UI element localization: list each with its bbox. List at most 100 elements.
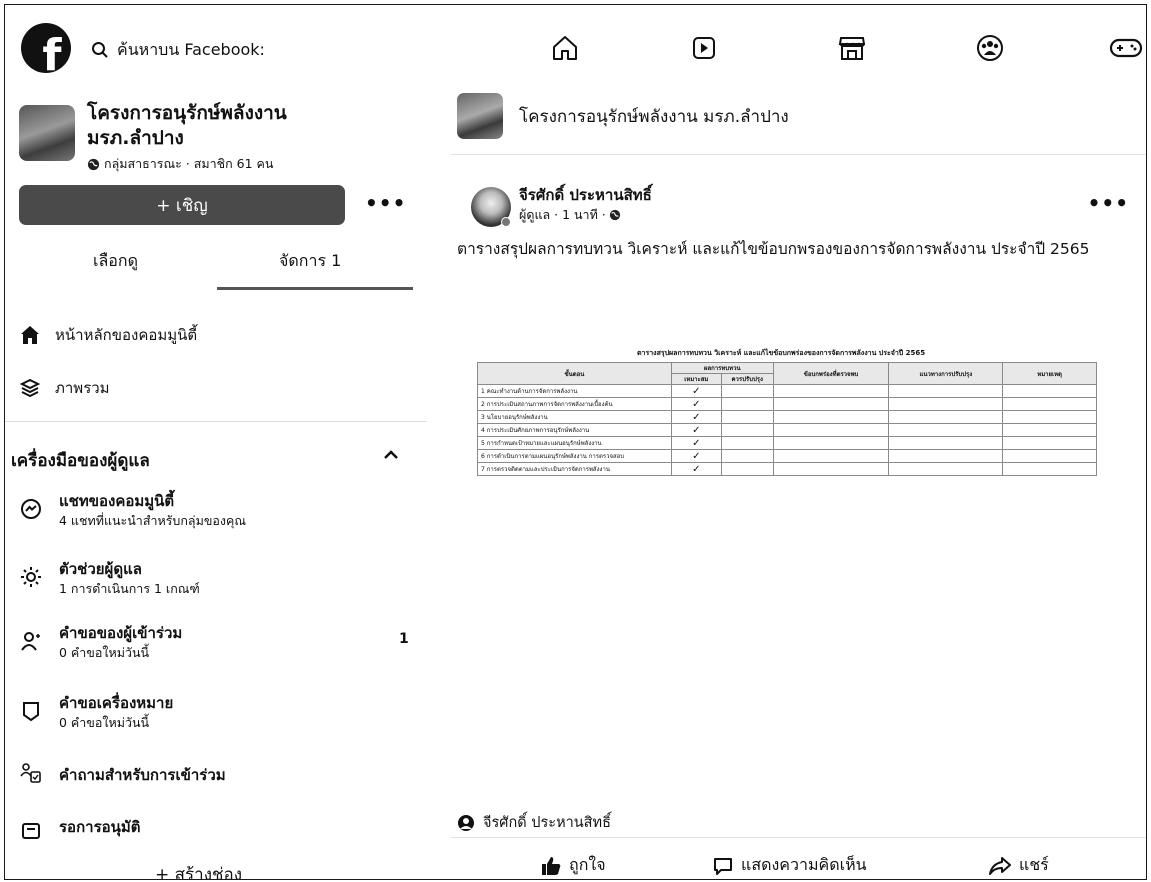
group-privacy-members: กลุ่มสาธารณะ · สมาชิก 61 คน — [104, 156, 274, 171]
tab-active-indicator — [217, 287, 413, 290]
sidebar-item-overview[interactable]: ภาพรวม — [19, 376, 110, 400]
share-icon — [989, 856, 1011, 875]
table-row: 6 การดำเนินการตามแผนอนุรักษ์พลังงาน การต… — [477, 449, 1097, 463]
row-check: ✓ — [670, 397, 722, 411]
top-navigation-bar: f ค้นหาบน Facebook: — [5, 5, 1146, 91]
group-title-bar: โครงการอนุรักษ์พลังงาน มรภ.ลำปาง — [457, 93, 789, 139]
actions-divider — [451, 837, 1146, 838]
sidebar-item-title: ตัวช่วยผู้ดูแล — [59, 560, 142, 578]
post-shared-by: จีรศักดิ์ ประหานสิทธิ์ — [457, 811, 611, 834]
thumbs-up-icon — [542, 856, 561, 875]
post-role-time[interactable]: ผู้ดูแล · 1 นาที · — [519, 205, 606, 225]
row-topic: 5 การกำหนดเป้าหมายและแผนอนุรักษ์พลังงาน — [477, 436, 672, 450]
like-button[interactable]: ถูกใจ — [541, 853, 606, 878]
post-more-options-icon[interactable]: ••• — [1088, 191, 1129, 215]
home-icon[interactable] — [542, 25, 588, 71]
row-topic: 2 การประเมินสถานภาพการจัดการพลังงานเบื้อ… — [477, 397, 672, 411]
document-table: ขั้นตอน ผลการทบทวน ข้อบกพร่องที่ตรวจพบ แ… — [477, 362, 1097, 476]
sidebar-item-subtitle: 0 คำขอใหม่วันนี้ — [59, 645, 150, 660]
post-header: จีรศักดิ์ ประหานสิทธิ์ ผู้ดูแล · 1 นาที … — [471, 183, 1141, 229]
group-more-options-icon[interactable]: ••• — [365, 191, 406, 215]
facebook-window: f ค้นหาบน Facebook: โครงการอนุรักษ์พลังง… — [4, 4, 1147, 880]
table-header: หมายเหตุ — [1002, 362, 1097, 385]
sidebar-item-title: รอการอนุมัติ — [59, 818, 141, 836]
globe-icon — [87, 158, 100, 170]
table-subheader: เหมาะสม — [670, 373, 722, 385]
header-divider — [451, 154, 1146, 155]
sidebar-item-subtitle: 0 คำขอใหม่วันนี้ — [59, 715, 150, 730]
video-icon[interactable] — [681, 25, 727, 71]
table-subheader: ควรปรับปรุง — [720, 373, 774, 385]
post-text: ตารางสรุปผลการทบทวน วิเคราะห์ และแก้ไขข้… — [457, 240, 1090, 258]
sidebar-item-member-requests[interactable]: คำขอของผู้เข้าร่วม 0 คำขอใหม่วันนี้ 1 — [19, 621, 409, 667]
globe-icon — [609, 209, 620, 221]
online-status-dot — [501, 217, 511, 227]
post-meta: ผู้ดูแล · 1 นาที · — [519, 205, 621, 225]
row-topic: 3 นโยบายอนุรักษ์พลังงาน — [477, 410, 672, 424]
post-author-name[interactable]: จีรศักดิ์ ประหานสิทธิ์ — [519, 183, 652, 207]
table-header: แนวทางการปรับปรุง — [888, 362, 1004, 385]
sidebar-item-label: ภาพรวม — [55, 379, 110, 397]
sidebar-item-admin-assist[interactable]: ตัวช่วยผู้ดูแล 1 การดำเนินการ 1 เกณฑ์ — [19, 557, 409, 603]
share-label: แชร์ — [1019, 855, 1049, 874]
messenger-icon — [19, 497, 43, 521]
create-channel-button[interactable]: + สร้างช่อง — [155, 861, 242, 879]
row-topic: 6 การดำเนินการตามแผนอนุรักษ์พลังงาน การต… — [477, 449, 672, 463]
badge-request-icon — [19, 699, 43, 723]
gaming-icon[interactable] — [1103, 25, 1146, 71]
table-row: 1 คณะทำงานด้านการจัดการพลังงาน ✓ — [477, 384, 1097, 398]
table-row: 4 การประเมินศักยภาพการอนุรักษ์พลังงาน ✓ — [477, 423, 1097, 437]
sidebar-tabs: เลือกดู จัดการ 1 — [19, 241, 413, 290]
group-title[interactable]: โครงการอนุรักษ์พลังงาน มรภ.ลำปาง — [519, 103, 789, 130]
tab-manage[interactable]: จัดการ 1 — [279, 249, 341, 274]
share-button[interactable]: แชร์ — [989, 853, 1049, 878]
sidebar-item-title: คำขอของผู้เข้าร่วม — [59, 624, 183, 642]
primary-nav — [5, 25, 1146, 71]
sidebar-item-label: หน้าหลักของคอมมูนิตี้ — [55, 326, 198, 344]
shared-by-name[interactable]: จีรศักดิ์ ประหานสิทธิ์ — [483, 811, 611, 834]
group-cover-thumbnail[interactable] — [457, 93, 503, 139]
sidebar-item-community-home[interactable]: หน้าหลักของคอมมูนิตี้ — [19, 323, 197, 347]
group-cover-thumbnail[interactable] — [19, 105, 75, 161]
row-topic: 4 การประเมินศักยภาพการอนุรักษ์พลังงาน — [477, 423, 672, 437]
group-header: โครงการอนุรักษ์พลังงาน มรภ.ลำปาง กลุ่มสา… — [19, 101, 419, 181]
row-topic: 1 คณะทำงานด้านการจัดการพลังงาน — [477, 384, 672, 398]
row-check: ✓ — [670, 436, 722, 450]
row-check: ✓ — [670, 384, 722, 398]
row-check: ✓ — [670, 462, 722, 476]
main-content: โครงการอนุรักษ์พลังงาน มรภ.ลำปาง จีรศักด… — [451, 91, 1146, 879]
tab-browse[interactable]: เลือกดู — [93, 249, 138, 274]
table-header: ข้อบกพร่องที่ตรวจพบ — [772, 362, 890, 385]
table-header: ขั้นตอน — [477, 362, 672, 385]
group-meta: กลุ่มสาธารณะ · สมาชิก 61 คน — [87, 154, 273, 174]
post-attachment-image[interactable]: ตารางสรุปผลการทบทวน วิเคราะห์ และแก้ไขข้… — [477, 348, 1097, 538]
row-check: ✓ — [670, 423, 722, 437]
sidebar-item-title: แชทของคอมมูนิตี้ — [59, 492, 175, 510]
invite-button[interactable]: + เชิญ — [19, 185, 345, 225]
groups-icon[interactable] — [967, 25, 1013, 71]
comment-label: แสดงความคิดเห็น — [741, 855, 867, 874]
admin-tools-title: เครื่องมือของผู้ดูแล — [11, 451, 150, 471]
comment-icon — [714, 857, 732, 875]
sidebar-item-title: คำขอเครื่องหมาย — [59, 694, 174, 712]
admin-assist-icon — [19, 565, 43, 589]
row-topic: 7 การตรวจติดตามและประเมินการจัดการพลังงา… — [477, 462, 672, 476]
sidebar-item-membership-questions[interactable]: คำถามสำหรับการเข้าร่วม — [19, 761, 409, 791]
sidebar-item-community-chats[interactable]: แชทของคอมมูนิตี้ 4 แชทที่แนะนำสำหรับกลุ่… — [19, 489, 409, 535]
table-row: 7 การตรวจติดตามและประเมินการจัดการพลังงา… — [477, 462, 1097, 476]
group-name[interactable]: โครงการอนุรักษ์พลังงาน มรภ.ลำปาง — [87, 101, 387, 151]
table-row: 5 การกำหนดเป้าหมายและแผนอนุรักษ์พลังงาน ✓ — [477, 436, 1097, 450]
sidebar-divider — [5, 421, 427, 422]
comment-button[interactable]: แสดงความคิดเห็น — [713, 853, 867, 878]
chevron-up-icon[interactable] — [383, 447, 399, 467]
sidebar-item-pending-approvals[interactable]: รอการอนุมัติ — [19, 813, 409, 843]
member-requests-count-badge: 1 — [399, 631, 409, 647]
invite-button-label: + เชิญ — [156, 195, 208, 216]
sidebar-item-badge-requests[interactable]: คำขอเครื่องหมาย 0 คำขอใหม่วันนี้ — [19, 691, 409, 737]
marketplace-icon[interactable] — [829, 25, 875, 71]
overview-icon — [19, 377, 41, 399]
table-row: 2 การประเมินสถานภาพการจัดการพลังงานเบื้อ… — [477, 397, 1097, 411]
table-header: ผลการทบทวน — [670, 362, 774, 374]
sidebar-item-title: คำถามสำหรับการเข้าร่วม — [59, 766, 226, 784]
member-request-icon — [19, 629, 43, 653]
